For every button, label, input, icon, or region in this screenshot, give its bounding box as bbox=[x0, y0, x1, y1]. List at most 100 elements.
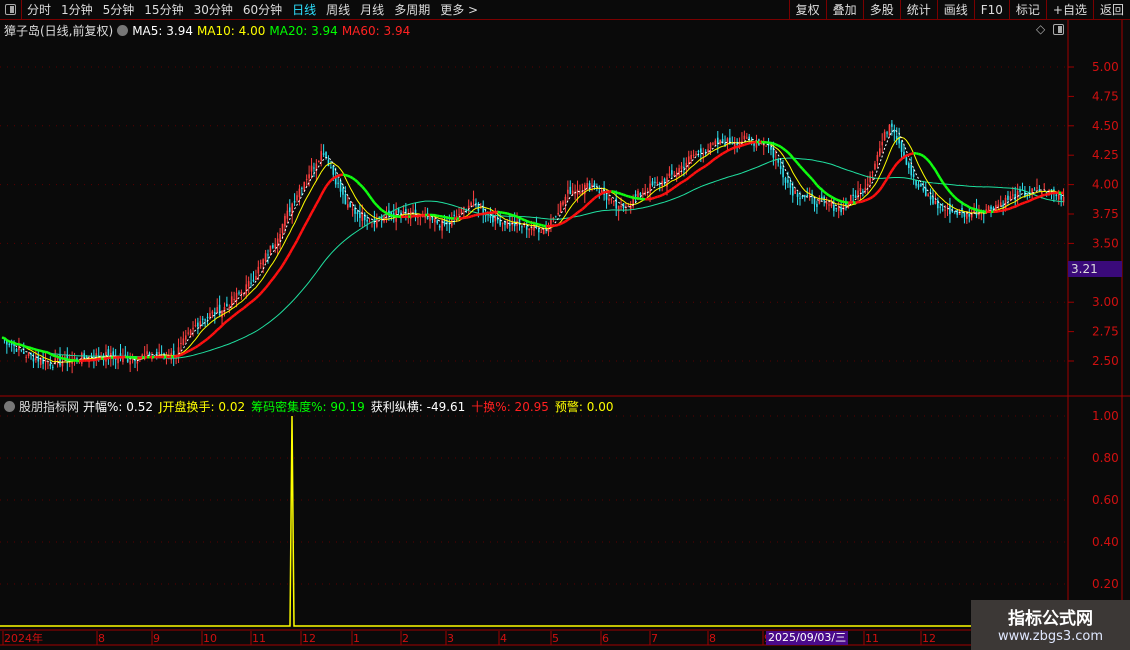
ma20-segment bbox=[893, 163, 898, 168]
candle-body bbox=[891, 123, 893, 127]
candle-body bbox=[700, 148, 702, 153]
candle-body bbox=[934, 200, 937, 204]
ma20-value: MA20: 3.94 bbox=[269, 23, 338, 38]
chevron-down-icon[interactable] bbox=[117, 25, 129, 36]
period-tab[interactable]: 多周期 bbox=[389, 1, 435, 18]
period-tab[interactable]: 30分钟 bbox=[189, 1, 238, 18]
candle-body bbox=[620, 206, 622, 208]
sidebar-toggle-button[interactable] bbox=[0, 0, 22, 20]
ma20-segment bbox=[1007, 207, 1011, 211]
date-label: 4 bbox=[500, 632, 507, 645]
toolbar-button[interactable]: 多股 bbox=[862, 0, 900, 20]
ma20-segment bbox=[734, 145, 738, 149]
diamond-icon[interactable]: ◇ bbox=[1036, 22, 1045, 36]
toolbar-button[interactable]: 标记 bbox=[1008, 0, 1046, 20]
candle-body bbox=[240, 291, 243, 295]
toolbar-button[interactable]: 画线 bbox=[936, 0, 974, 20]
candle-body bbox=[327, 160, 330, 167]
candle-body bbox=[492, 215, 494, 223]
toolbar-button[interactable]: +自选 bbox=[1045, 0, 1093, 20]
period-tab[interactable]: 日线 bbox=[287, 1, 321, 18]
date-label: 12 bbox=[922, 632, 936, 645]
ma20-segment bbox=[971, 207, 975, 211]
indicator-value: 预警: 0.00 bbox=[554, 400, 614, 414]
candle-body bbox=[564, 196, 567, 204]
date-label: 1 bbox=[353, 632, 360, 645]
candle-body bbox=[893, 129, 896, 133]
toolbar-button[interactable]: F10 bbox=[973, 0, 1009, 20]
candle-body bbox=[690, 154, 692, 160]
ma20-segment bbox=[255, 294, 260, 300]
panel-icon[interactable] bbox=[1053, 23, 1065, 35]
period-tab[interactable]: 月线 bbox=[355, 1, 389, 18]
toolbar-button[interactable]: 统计 bbox=[899, 0, 937, 20]
candle-body bbox=[586, 183, 588, 189]
ma20-segment bbox=[1048, 191, 1052, 196]
candle-body bbox=[796, 193, 799, 197]
candle-body bbox=[1007, 195, 1009, 201]
ma20-segment bbox=[789, 153, 794, 159]
ma20-segment bbox=[361, 185, 366, 191]
candle-body bbox=[866, 183, 869, 186]
ma20-segment bbox=[536, 222, 540, 226]
ma20-segment bbox=[436, 214, 440, 218]
candle-body bbox=[521, 226, 523, 228]
toolbar-button[interactable]: 叠加 bbox=[825, 0, 863, 20]
ma20-segment bbox=[806, 173, 811, 178]
ma20-segment bbox=[630, 195, 634, 199]
ma20-segment bbox=[1022, 201, 1026, 205]
date-label: 8 bbox=[709, 632, 716, 645]
ma20-segment bbox=[1036, 195, 1040, 199]
ma20-segment bbox=[736, 145, 740, 149]
period-tab[interactable]: 5分钟 bbox=[98, 1, 140, 18]
period-tab[interactable]: 1分钟 bbox=[56, 1, 98, 18]
period-tab[interactable]: 周线 bbox=[321, 1, 355, 18]
indicator-tick-label: 0.40 bbox=[1092, 535, 1119, 549]
ma20-segment bbox=[739, 144, 743, 148]
candle-body bbox=[296, 195, 298, 201]
period-tab[interactable]: 更多 > bbox=[435, 1, 483, 18]
ma20-segment bbox=[335, 174, 339, 179]
ma20-segment bbox=[903, 154, 907, 159]
candle-body bbox=[559, 202, 562, 213]
toolbar-button[interactable]: 复权 bbox=[788, 0, 826, 20]
candle-body bbox=[840, 207, 842, 213]
candle-body bbox=[613, 200, 615, 203]
candle-body bbox=[1002, 205, 1004, 207]
period-tab[interactable]: 15分钟 bbox=[139, 1, 188, 18]
period-tab[interactable]: 分时 bbox=[22, 1, 56, 18]
period-tab[interactable]: 60分钟 bbox=[238, 1, 287, 18]
candle-body bbox=[436, 220, 439, 224]
candle-body bbox=[605, 193, 608, 200]
ma20-segment bbox=[714, 155, 719, 160]
indicator-value: 十换%: 20.95 bbox=[471, 400, 549, 414]
toolbar-button[interactable]: 返回 bbox=[1092, 0, 1130, 20]
candle-body bbox=[733, 143, 736, 147]
candle-body bbox=[789, 182, 792, 188]
ma20-segment bbox=[363, 188, 369, 194]
candle-body bbox=[946, 206, 949, 208]
candle-body bbox=[794, 190, 796, 194]
candle-body bbox=[189, 330, 192, 336]
candle-body bbox=[707, 149, 709, 153]
candle-body bbox=[666, 177, 668, 187]
ma20-segment bbox=[332, 175, 337, 180]
candle-body bbox=[932, 197, 934, 204]
candle-body bbox=[192, 327, 194, 330]
ma20-segment bbox=[59, 356, 63, 360]
ma20-segment bbox=[230, 314, 235, 319]
ma20-segment bbox=[961, 201, 966, 206]
candle-body bbox=[567, 189, 569, 194]
ma20-segment bbox=[637, 197, 641, 201]
ma20-segment bbox=[257, 292, 262, 297]
ma20-segment bbox=[927, 159, 932, 164]
ma20-segment bbox=[281, 260, 286, 267]
chart-canvas[interactable]: 5.00 4.75 4.50 4.25 4.00 3.75 3.50 3.00 2.75 2.50… bbox=[0, 0, 1130, 650]
ma20-segment bbox=[931, 166, 937, 171]
ma20-segment bbox=[286, 252, 291, 259]
ma20-segment bbox=[840, 200, 844, 204]
ma20-segment bbox=[620, 192, 624, 196]
ma20-segment bbox=[269, 278, 274, 283]
chevron-down-icon[interactable] bbox=[4, 401, 15, 412]
candle-body bbox=[356, 212, 359, 215]
